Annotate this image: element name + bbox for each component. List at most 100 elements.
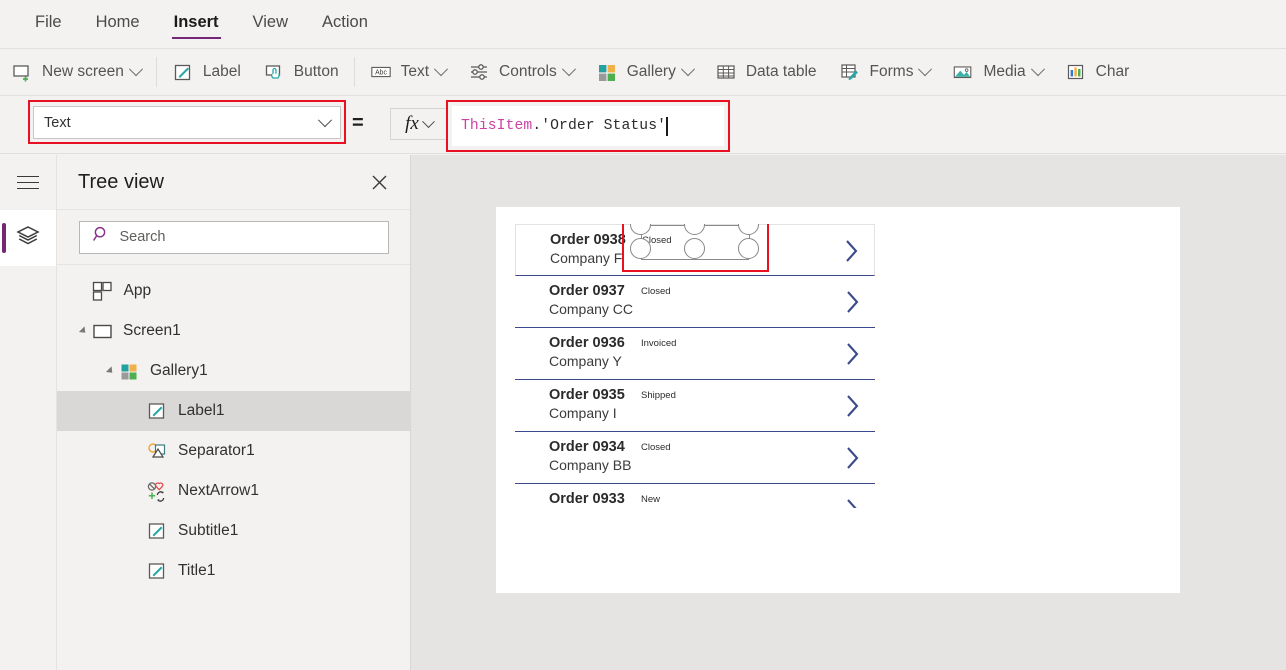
ribbon-gallery[interactable]: Gallery — [585, 49, 704, 95]
equals-sign: = — [352, 112, 364, 134]
resize-handle-bottom-right[interactable] — [738, 238, 759, 259]
next-arrow-icon[interactable] — [844, 238, 860, 264]
search-input[interactable]: Search — [78, 220, 389, 254]
ribbon-forms[interactable]: Forms — [828, 49, 942, 95]
power-apps-studio: File Home Insert View Action New screen — [0, 0, 1286, 670]
tree-view-panel: Tree view Search App Screen1 Gallery1 La… — [57, 155, 411, 670]
formula-input[interactable]: ThisItem .'Order Status' — [452, 106, 724, 146]
chevron-down-icon — [680, 62, 695, 77]
gallery-control[interactable]: Order 0938 Company F Closed Order 0937 C… — [515, 224, 875, 554]
next-arrow-icon[interactable] — [845, 497, 861, 508]
next-arrow-icon[interactable] — [845, 289, 861, 315]
tree-item-title1[interactable]: Title1 — [57, 551, 410, 591]
expander-collapse-icon[interactable] — [78, 326, 89, 336]
resize-handle-top-center[interactable] — [684, 224, 705, 235]
button-icon — [263, 61, 285, 83]
ribbon-label-label: Label — [202, 63, 241, 80]
gallery-row[interactable]: Order 0936 Company Y Invoiced — [515, 328, 875, 380]
tree-item-label: Gallery1 — [150, 362, 208, 379]
gallery-row[interactable]: Order 0933 New — [515, 484, 875, 508]
menu-item-view[interactable]: View — [251, 9, 290, 39]
next-arrow-icon — [146, 480, 168, 502]
close-icon[interactable] — [364, 167, 394, 197]
label-icon — [172, 61, 194, 83]
tree-view-header: Tree view — [57, 155, 410, 210]
ribbon-button[interactable]: Button — [252, 49, 350, 95]
fx-label: fx — [405, 113, 419, 134]
tree-item-separator1[interactable]: Separator1 — [57, 431, 410, 471]
rail-selection-indicator — [2, 223, 6, 253]
ribbon-gallery-label: Gallery — [626, 63, 676, 80]
media-icon — [952, 61, 974, 83]
gallery-icon — [596, 61, 618, 83]
ribbon-label[interactable]: Label — [161, 49, 252, 95]
order-status-label: Invoiced — [641, 338, 677, 349]
ribbon-text-label: Text — [400, 63, 430, 80]
next-arrow-icon[interactable] — [845, 341, 861, 367]
menu-item-file[interactable]: File — [33, 9, 64, 39]
ribbon-forms-label: Forms — [869, 63, 914, 80]
next-arrow-icon[interactable] — [845, 445, 861, 471]
gallery-row[interactable]: Order 0937 Company CC Closed — [515, 276, 875, 328]
selection-connector — [641, 259, 749, 260]
next-arrow-icon[interactable] — [845, 393, 861, 419]
tree-view-list: App Screen1 Gallery1 Label1 Separator1 N… — [57, 265, 410, 591]
ribbon-new-screen[interactable]: New screen — [0, 49, 152, 95]
tree-item-label: NextArrow1 — [178, 482, 259, 499]
ribbon-controls[interactable]: Controls — [457, 49, 585, 95]
order-title: Order 0935 — [549, 387, 625, 403]
insert-ribbon: New screen Label Button Abc Text Control… — [0, 48, 1286, 96]
chevron-down-icon — [1030, 62, 1045, 77]
data-table-icon — [715, 61, 737, 83]
chevron-down-icon — [421, 114, 435, 128]
tree-item-label1[interactable]: Label1 — [57, 391, 410, 431]
chevron-down-icon — [317, 112, 333, 127]
property-dropdown-value: Text — [44, 114, 71, 131]
resize-handle-bottom-left[interactable] — [630, 238, 651, 259]
ribbon-text[interactable]: Abc Text — [359, 49, 457, 95]
expander-collapse-icon[interactable] — [105, 366, 116, 376]
new-screen-icon — [11, 61, 33, 83]
gallery-row[interactable]: Order 0935 Company I Shipped — [515, 380, 875, 432]
label-icon — [146, 400, 168, 422]
screen-icon — [91, 320, 113, 342]
gallery-row[interactable]: Order 0938 Company F Closed — [515, 224, 875, 276]
menu-item-insert[interactable]: Insert — [171, 9, 221, 39]
tree-item-label: App — [123, 282, 152, 299]
tree-item-app[interactable]: App — [57, 271, 410, 311]
tree-search-row: Search — [57, 210, 410, 265]
forms-icon — [839, 61, 861, 83]
chevron-down-icon — [433, 62, 449, 77]
menu-bar: File Home Insert View Action — [0, 0, 1286, 48]
tree-item-screen1[interactable]: Screen1 — [57, 311, 410, 351]
tree-item-label: Label1 — [178, 402, 225, 419]
tree-item-label: Subtitle1 — [178, 522, 239, 539]
left-rail — [0, 155, 57, 670]
ribbon-media[interactable]: Media — [941, 49, 1053, 95]
tree-item-nextarrow1[interactable]: NextArrow1 — [57, 471, 410, 511]
tree-item-gallery1[interactable]: Gallery1 — [57, 351, 410, 391]
property-dropdown[interactable]: Text — [33, 106, 341, 139]
hamburger-menu-icon[interactable] — [0, 155, 56, 210]
menu-item-action[interactable]: Action — [320, 9, 370, 39]
company-subtitle: Company I — [549, 405, 617, 421]
company-subtitle: Company F — [550, 250, 623, 266]
label-icon — [146, 520, 168, 542]
order-status-label: New — [641, 494, 661, 505]
fx-button[interactable]: fx — [390, 108, 448, 140]
tree-item-label: Screen1 — [123, 322, 181, 339]
gallery-row[interactable]: Order 0934 Company BB Closed — [515, 432, 875, 484]
ribbon-data-table[interactable]: Data table — [704, 49, 828, 95]
order-title: Order 0934 — [549, 439, 625, 455]
resize-handle-top-left[interactable] — [630, 224, 651, 235]
company-subtitle: Company Y — [549, 353, 622, 369]
resize-handle-top-right[interactable] — [738, 224, 759, 235]
rail-item-tree-view[interactable] — [0, 210, 56, 266]
ribbon-charts[interactable]: Char — [1054, 49, 1141, 95]
tree-item-subtitle1[interactable]: Subtitle1 — [57, 511, 410, 551]
svg-text:Abc: Abc — [375, 70, 387, 77]
gallery-icon — [118, 360, 140, 382]
tree-view-title: Tree view — [78, 170, 164, 193]
resize-handle-bottom-center[interactable] — [684, 238, 705, 259]
menu-item-home[interactable]: Home — [94, 9, 142, 39]
